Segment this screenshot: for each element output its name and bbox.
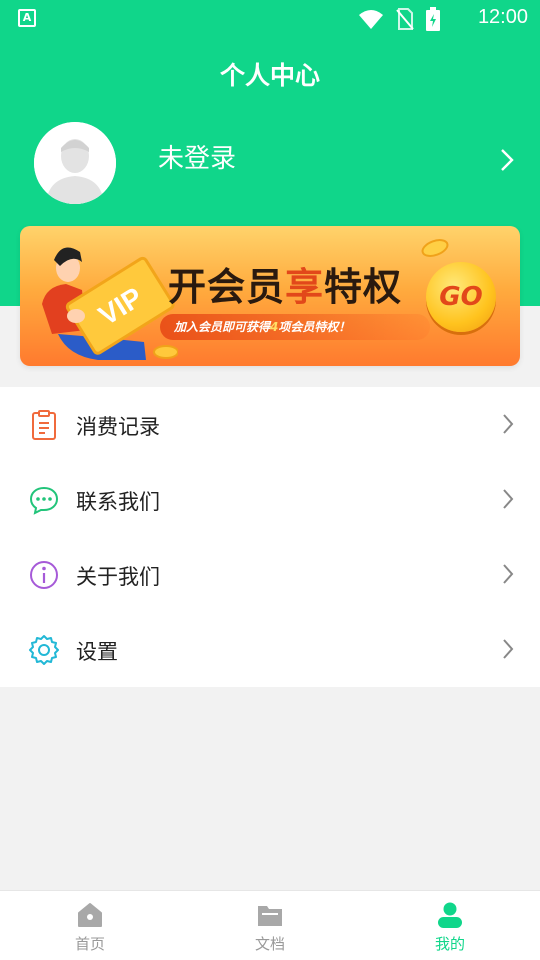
- menu-item-label: 关于我们: [76, 565, 160, 589]
- default-avatar-icon: [34, 122, 116, 204]
- menu-item-label: 消费记录: [76, 415, 160, 439]
- vip-banner[interactable]: VIP 开会员享特权 加入会员即可获得4项会员特权！ GO: [20, 226, 520, 366]
- menu-item-settings[interactable]: 设置: [0, 612, 540, 687]
- no-sim-icon: [396, 8, 414, 30]
- chevron-right-icon: [503, 414, 514, 434]
- clipboard-icon: [32, 410, 56, 440]
- vip-subtitle-prefix: 加入会员即可获得: [174, 320, 271, 334]
- vip-title-highlight: 享: [285, 265, 325, 309]
- avatar[interactable]: [34, 122, 116, 204]
- chevron-right-icon: [501, 149, 514, 171]
- status-icons: [358, 7, 440, 31]
- clock: 12:00: [477, 6, 528, 28]
- chevron-right-icon: [503, 489, 514, 509]
- menu-item-about-us[interactable]: 关于我们: [0, 537, 540, 612]
- user-icon: [438, 902, 462, 928]
- nav-label: 文档: [254, 935, 285, 953]
- login-text[interactable]: 未登录: [158, 138, 236, 175]
- nav-mine[interactable]: 我的: [360, 891, 540, 960]
- vip-illustration: VIP: [42, 247, 178, 360]
- menu-item-consumption-record[interactable]: 消费记录: [0, 387, 540, 462]
- chevron-right-icon: [503, 639, 514, 659]
- info-icon: [30, 561, 58, 589]
- coin-icon: [421, 239, 449, 257]
- vip-subtitle-suffix: 项会员特权！: [278, 320, 351, 334]
- wifi-icon: [359, 10, 383, 29]
- go-button[interactable]: GO: [426, 262, 496, 332]
- folder-icon: [258, 906, 282, 926]
- menu-item-contact-us[interactable]: 联系我们: [0, 462, 540, 537]
- vip-title-part2: 特权: [324, 265, 403, 309]
- gear-icon: [29, 635, 59, 665]
- login-row[interactable]: 未登录: [0, 120, 540, 204]
- vip-title-part1: 开会员: [168, 265, 286, 309]
- nav-documents[interactable]: 文档: [180, 891, 360, 960]
- vip-subtitle: 加入会员即可获得4项会员特权！: [174, 318, 350, 335]
- bottom-nav: 首页 文档 我的: [0, 890, 540, 960]
- vip-subtitle-pill: 加入会员即可获得4项会员特权！: [160, 314, 430, 340]
- chat-icon: [29, 486, 59, 515]
- chevron-right-icon: [503, 564, 514, 584]
- nav-label: 首页: [74, 935, 105, 953]
- nav-home[interactable]: 首页: [0, 891, 180, 960]
- status-bar: A 12:00: [0, 0, 540, 36]
- nav-label: 我的: [434, 935, 465, 953]
- menu-item-label: 联系我们: [76, 490, 160, 514]
- vip-title: 开会员享特权: [168, 256, 402, 311]
- settings-menu: 消费记录 联系我们 关于我们 设置: [0, 387, 540, 687]
- page-title: 个人中心: [219, 61, 320, 90]
- notification-icon: A: [18, 9, 36, 27]
- home-icon: [78, 903, 102, 927]
- menu-item-label: 设置: [76, 640, 118, 664]
- battery-icon: [426, 7, 440, 31]
